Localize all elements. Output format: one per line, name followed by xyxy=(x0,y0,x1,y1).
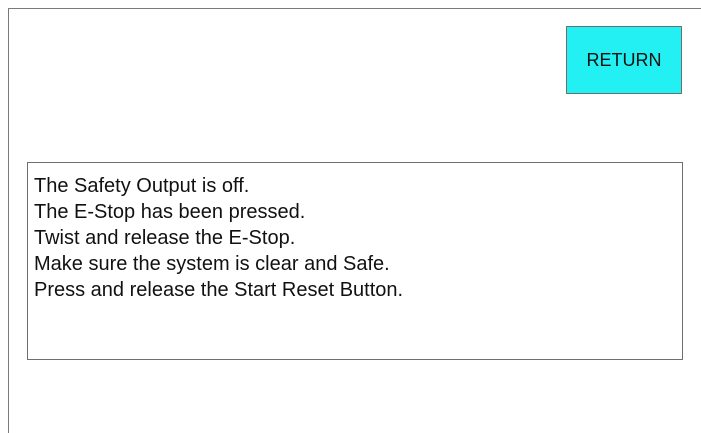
return-button[interactable]: RETURN xyxy=(566,26,682,94)
message-lines: The Safety Output is off. The E-Stop has… xyxy=(34,173,403,303)
message-line: The Safety Output is off. xyxy=(34,175,250,197)
message-line: Make sure the system is clear and Safe. xyxy=(34,253,390,275)
message-line: Twist and release the E-Stop. xyxy=(34,227,296,249)
message-line: Press and release the Start Reset Button… xyxy=(34,279,404,301)
message-box: The Safety Output is off. The E-Stop has… xyxy=(27,162,683,360)
message-line: The E-Stop has been pressed. xyxy=(34,201,306,223)
